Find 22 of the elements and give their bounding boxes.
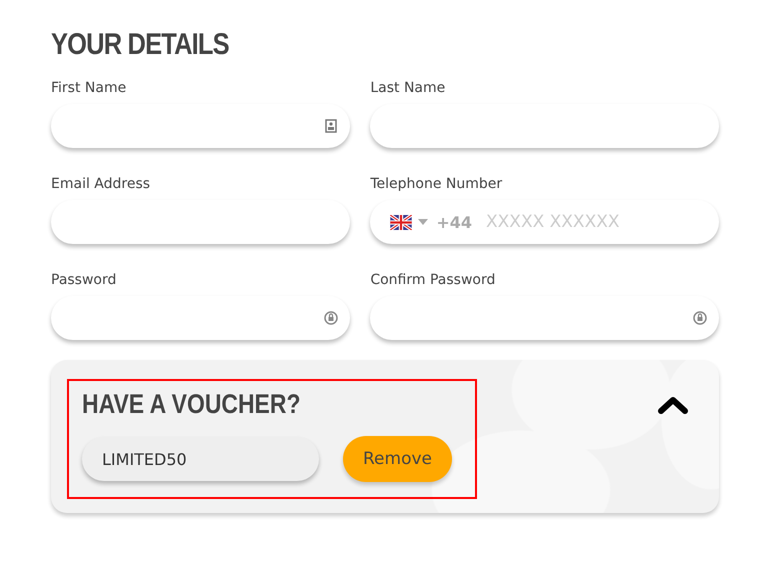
voucher-code-field[interactable]: LIMITED50 (82, 437, 319, 481)
remove-button[interactable]: Remove (343, 436, 452, 482)
chevron-up-icon[interactable] (657, 396, 689, 414)
input-field[interactable] (51, 200, 350, 244)
input-field[interactable] (370, 296, 719, 340)
field-label: Telephone Number (370, 176, 504, 192)
field-label: Password (51, 272, 118, 288)
section-heading: YOUR DETAILS (51, 28, 230, 62)
field-label: Email Address (51, 176, 152, 192)
key-lock-icon (693, 311, 707, 325)
key-lock-icon (324, 311, 338, 325)
input-field[interactable] (51, 296, 350, 340)
field-label: Last Name (370, 80, 446, 96)
field-label: Confirm Password (370, 272, 496, 288)
caret-icon[interactable] (418, 219, 428, 225)
voucher-heading: HAVE A VOUCHER? (82, 389, 302, 420)
field-label: First Name (51, 80, 128, 96)
input-field[interactable] (370, 104, 719, 148)
dial-code: +44 (436, 212, 472, 232)
input-field[interactable] (51, 104, 350, 148)
contact-card-icon (324, 119, 338, 133)
flag-icon[interactable] (390, 214, 412, 230)
